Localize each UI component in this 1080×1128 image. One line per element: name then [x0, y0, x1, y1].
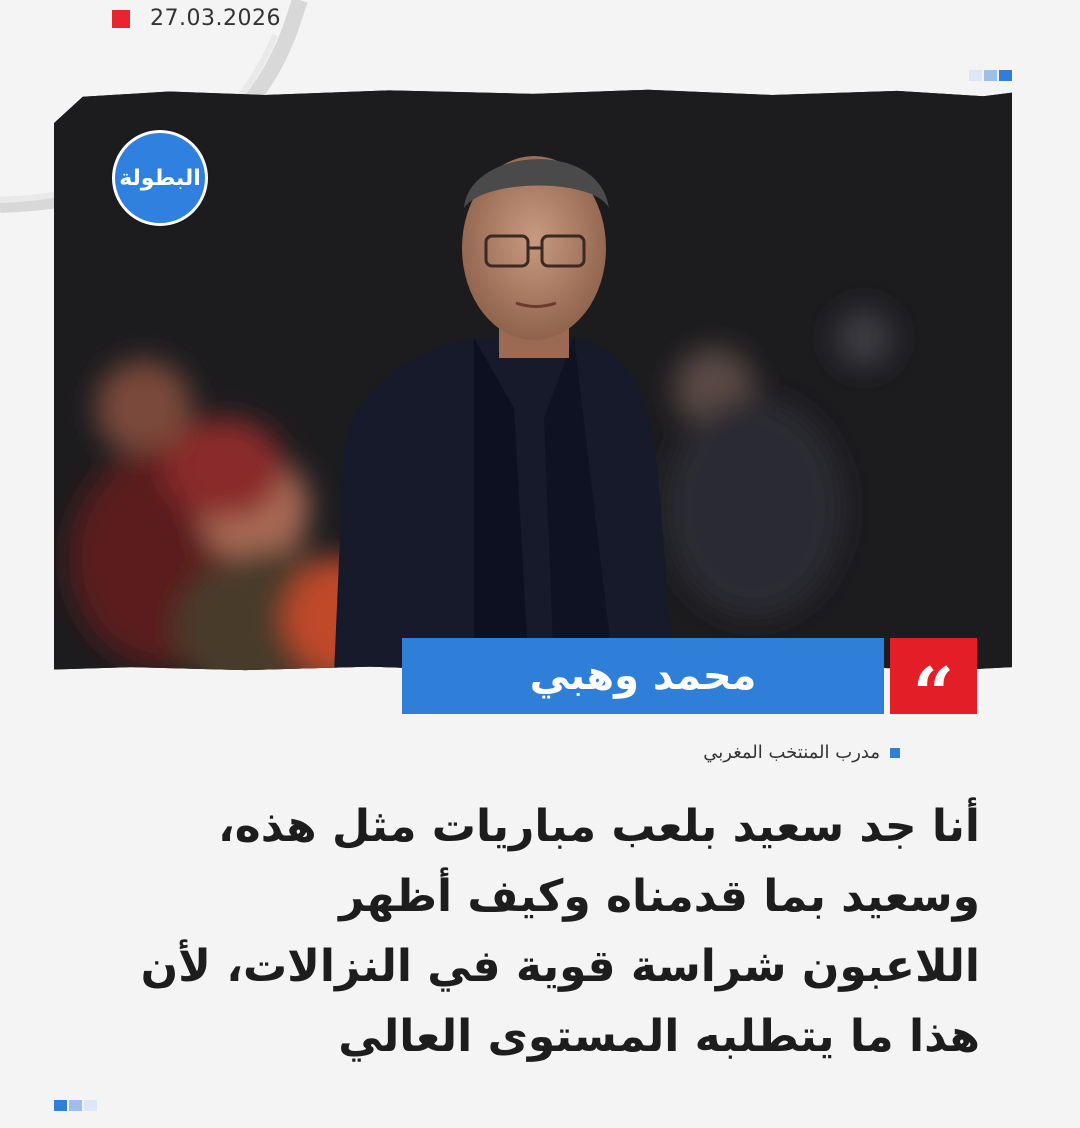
date-row: 27.03.2026	[112, 6, 281, 31]
speaker-name: محمد وهبي	[529, 653, 757, 699]
quote-text: أنا جد سعيد بلعب مباريات مثل هذه، وسعيد …	[100, 792, 980, 1072]
quote-line: أنا جد سعيد بلعب مباريات مثل هذه،	[218, 801, 980, 852]
date-marker	[112, 9, 130, 28]
speaker-role: مدرب المنتخب المغربي	[703, 742, 880, 763]
quote-mark-box: “	[890, 638, 977, 730]
quote-line: اللاعبون شراسة قوية في النزالات، لأن	[140, 941, 980, 992]
quote-mark-icon: “	[912, 651, 955, 736]
publish-date: 27.03.2026	[150, 6, 281, 31]
speaker-role-row: مدرب المنتخب المغربي	[703, 742, 900, 763]
role-marker	[890, 747, 900, 758]
deco-squares-bottom	[54, 1100, 97, 1111]
speaker-name-banner: محمد وهبي	[402, 638, 884, 714]
quote-line: وسعيد بما قدمناه وكيف أظهر	[339, 871, 980, 922]
brand-logo: البطولة	[112, 130, 208, 226]
brand-logo-text: البطولة	[119, 165, 201, 191]
deco-squares-top	[969, 70, 1012, 81]
quote-line: هذا ما يتطلبه المستوى العالي	[338, 1011, 980, 1062]
